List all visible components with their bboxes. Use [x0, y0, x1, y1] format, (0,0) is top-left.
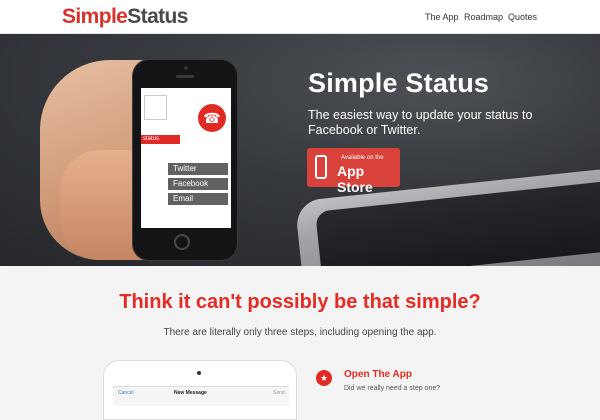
site-logo[interactable]: SimpleStatus: [62, 5, 188, 29]
screen-option-email: Email: [168, 193, 228, 205]
tablet-screen: [113, 386, 289, 406]
nav-link-the-app[interactable]: The App: [425, 12, 459, 22]
section-title: Think it can't possibly be that simple?: [119, 291, 481, 313]
top-navigation-bar: SimpleStatus The App Roadmap Quotes: [0, 0, 600, 34]
step-title: Open The App: [344, 369, 412, 380]
tablet-send-label: Send: [273, 390, 285, 396]
phone-screen: ☎ status Twitter Facebook Email: [141, 88, 231, 228]
phone-handset-icon: ☎: [198, 104, 226, 132]
phone-earpiece: [176, 75, 194, 78]
trophy-icon: ★: [316, 370, 332, 386]
nav-link-quotes[interactable]: Quotes: [508, 12, 537, 22]
logo-part-status: Status: [127, 5, 188, 28]
screen-option-twitter: Twitter: [168, 163, 228, 175]
logo-part-simple: Simple: [62, 5, 128, 28]
app-store-big-label: App Store: [337, 163, 373, 195]
section-subtitle: There are literally only three steps, in…: [163, 327, 437, 338]
tablet-cancel-label: Cancel: [118, 390, 134, 396]
hero-title: Simple Status: [308, 68, 490, 98]
phone-icon: [315, 155, 327, 179]
tablet-title-label: New Message: [174, 390, 207, 396]
app-store-small-label: Available on the: [341, 155, 384, 161]
screen-status-label: status: [141, 135, 180, 144]
phone-home-button: [174, 234, 190, 250]
tablet-camera: [197, 371, 201, 375]
screen-option-facebook: Facebook: [168, 178, 228, 190]
step-description: Did we really need a step one?: [344, 385, 441, 392]
hero-subtitle: The easiest way to update your status to…: [308, 108, 533, 137]
app-store-button[interactable]: Available on the App Store: [307, 148, 400, 195]
screen-placeholder-box: [144, 95, 167, 120]
nav-link-roadmap[interactable]: Roadmap: [464, 12, 503, 22]
phone-camera: [184, 66, 188, 70]
